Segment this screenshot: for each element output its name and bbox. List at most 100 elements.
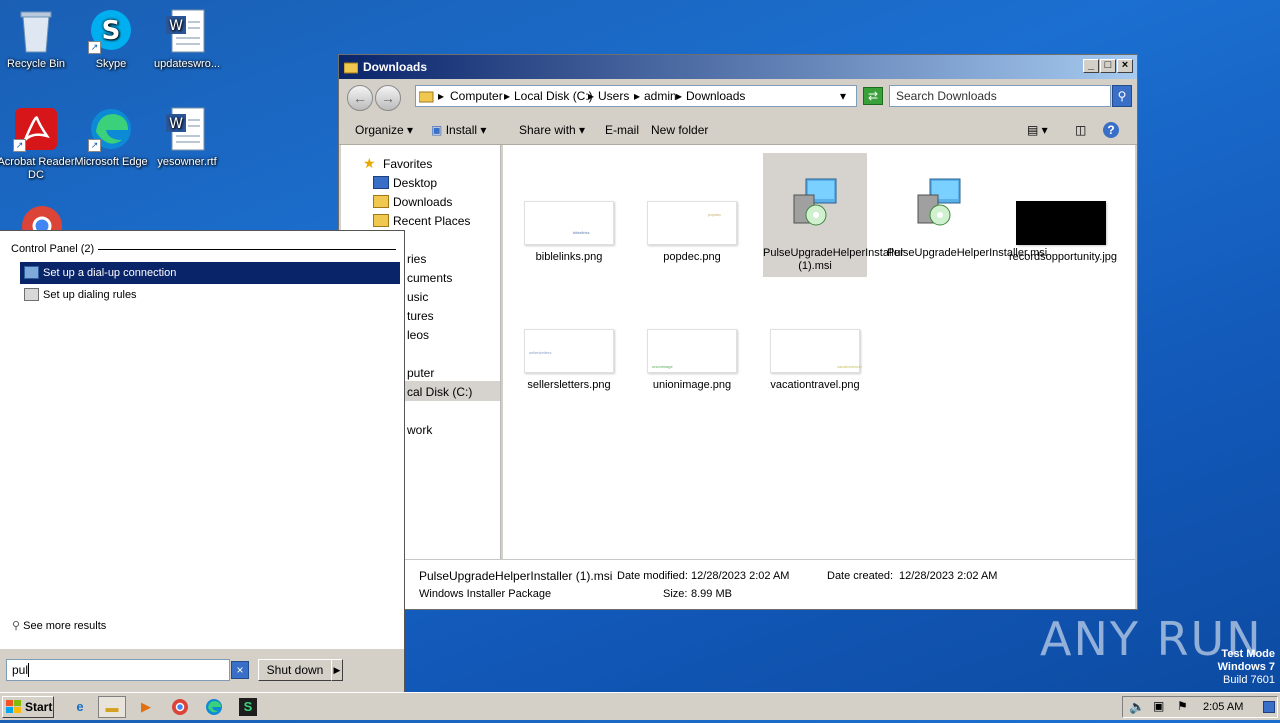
result-dial-up-connection[interactable]: Set up a dial-up connection [20,262,400,284]
edge-icon[interactable] [200,696,228,718]
organize-button[interactable]: Organize ▾ [355,123,413,137]
view-options-icon[interactable]: ▤ ▾ [1027,123,1048,137]
volume-icon[interactable]: 🔈 [1129,699,1145,715]
new-folder-button[interactable]: New folder [651,123,708,137]
install-button[interactable]: ▣ Install ▾ [431,123,486,137]
chrome-desktop-icon-partial[interactable] [20,204,64,230]
image-thumbnail: biblelinks [524,201,614,245]
address-bar[interactable]: ▸ Computer ▸ Local Disk (C:) ▸ Users ▸ a… [415,85,857,107]
desktop-icon-recycle-bin[interactable]: Recycle Bin [0,8,76,71]
address-row: ← → ▸ Computer ▸ Local Disk (C:) ▸ Users… [339,79,1137,119]
network-icon[interactable]: ▣ [1153,699,1164,713]
recent-places-icon [373,214,389,227]
start-search-input[interactable]: pul [6,659,230,681]
back-button[interactable]: ← [347,85,373,111]
desktop-icon-label: Acrobat Reader DC [0,156,75,181]
explorer-taskbar-icon[interactable]: ▬ [98,696,126,718]
clear-search-icon[interactable]: × [231,661,249,679]
title-bar[interactable]: Downloads _ □ × [339,55,1137,79]
desktop-icon-label: Skype [95,58,127,70]
msi-installer-icon [793,178,837,226]
nav-recent-places[interactable]: Recent Places [373,214,470,228]
desktop-icon-yesowner[interactable]: W yesowner.rtf [147,106,227,169]
search-group-header: Control Panel (2) [11,243,95,255]
desktop-icon-updateswro[interactable]: W updateswro... [147,8,227,71]
shortcut-arrow-icon: ↗ [88,139,101,152]
breadcrumb-users[interactable]: Users [598,89,629,103]
file-item[interactable]: sellersletters sellersletters.png [517,329,621,392]
desktop-icon-edge[interactable]: ↗ Microsoft Edge [71,106,151,169]
refresh-button[interactable]: ⇄ [863,87,883,105]
details-modified-label: Date modified: [617,570,688,582]
nav-local-disk-label: cal Disk (C:) [407,385,473,399]
shutdown-options-arrow-icon[interactable]: ▶ [331,659,343,681]
nav-documents[interactable]: cuments [407,271,452,285]
nav-videos[interactable]: leos [407,328,429,342]
show-desktop-button[interactable] [1263,701,1275,713]
file-item[interactable]: biblelinks biblelinks.png [517,201,621,264]
result-dialing-rules[interactable]: Set up dialing rules [20,284,400,306]
chrome-icon[interactable] [166,696,194,718]
breadcrumb-local-disk[interactable]: Local Disk (C:) [514,89,593,103]
desktop-icon-label: Microsoft Edge [74,156,148,168]
test-mode-label: Test Mode Windows 7 Build 7601 [1217,648,1275,686]
close-button[interactable]: × [1117,59,1133,73]
details-file-name: PulseUpgradeHelperInstaller (1).msi [419,569,613,583]
svg-text:S: S [102,16,121,46]
desktop-icon-skype[interactable]: S ↗ Skype [71,8,151,71]
media-player-icon[interactable]: ▶ [132,696,160,718]
address-dropdown-icon[interactable]: ▾ [840,89,846,103]
file-item[interactable]: popdec popdec.png [640,201,744,264]
forward-button[interactable]: → [375,85,401,111]
start-button[interactable]: Start [2,696,54,718]
phone-modem-icon [24,288,39,301]
network-connection-icon [24,266,39,279]
image-thumbnail [1016,201,1106,245]
share-with-button[interactable]: Share with ▾ [519,123,585,137]
windows-logo-icon [6,700,21,714]
skype-icon: S ↗ [88,8,134,54]
command-bar: Organize ▾ ▣ Install ▾ Share with ▾ E-ma… [339,117,1137,145]
details-created-value: 12/28/2023 2:02 AM [899,570,998,582]
shutdown-button[interactable]: Shut down [258,659,332,681]
nav-libraries[interactable]: ries [407,252,426,266]
preview-pane-icon[interactable]: ◫ [1075,123,1086,137]
msi-installer-icon [917,178,961,226]
file-item[interactable]: vacationtravel vacationtravel.png [763,329,867,392]
file-item[interactable]: unionimage unionimage.png [640,329,744,392]
breadcrumb-downloads[interactable]: Downloads [686,89,745,103]
ie-icon[interactable]: e [66,696,94,718]
window-title: Downloads [363,60,428,74]
word-document-icon: W [164,106,210,152]
nav-network[interactable]: work [407,423,432,437]
minimize-button[interactable]: _ [1083,59,1099,73]
taskbar: Start e ▬ ▶ S 🔈 ▣ ⚑ 2:05 AM [0,692,1280,720]
nav-favorites[interactable]: ★ Favorites [363,155,432,171]
desktop-icon-label: Recycle Bin [6,58,66,70]
nav-music[interactable]: usic [407,290,428,304]
nav-downloads[interactable]: Downloads [373,195,452,209]
nav-desktop[interactable]: Desktop [373,176,437,190]
folder-icon [419,91,434,103]
desktop-icon-label: yesowner.rtf [157,156,217,168]
file-item[interactable]: PulseUpgradeHelperInstaller.msi [887,177,1047,260]
nav-pictures[interactable]: tures [407,309,434,323]
svg-text:W: W [169,116,183,132]
see-more-results-link[interactable]: ⚲ See more results [12,619,106,632]
maximize-button[interactable]: □ [1100,59,1116,73]
start-menu-footer: pul × Shut down ▶ [0,649,404,693]
app-taskbar-icon[interactable]: S [234,696,262,718]
email-button[interactable]: E-mail [605,123,639,137]
svg-text:W: W [169,18,183,34]
file-item-selected[interactable]: PulseUpgradeHelperInstaller (1).msi [763,153,904,277]
desktop-icon-acrobat[interactable]: ↗ Acrobat Reader DC [0,106,76,182]
search-icon[interactable]: ⚲ [1112,85,1132,107]
nav-computer[interactable]: puter [407,366,434,380]
breadcrumb-admin[interactable]: admin [644,89,677,103]
file-item[interactable]: recordsopportunity.jpg [1009,201,1117,264]
action-center-flag-icon[interactable]: ⚑ [1177,699,1188,713]
breadcrumb-computer[interactable]: Computer [450,89,503,103]
clock[interactable]: 2:05 AM [1203,701,1243,713]
help-icon[interactable]: ? [1103,122,1119,138]
search-input[interactable]: Search Downloads [889,85,1111,107]
